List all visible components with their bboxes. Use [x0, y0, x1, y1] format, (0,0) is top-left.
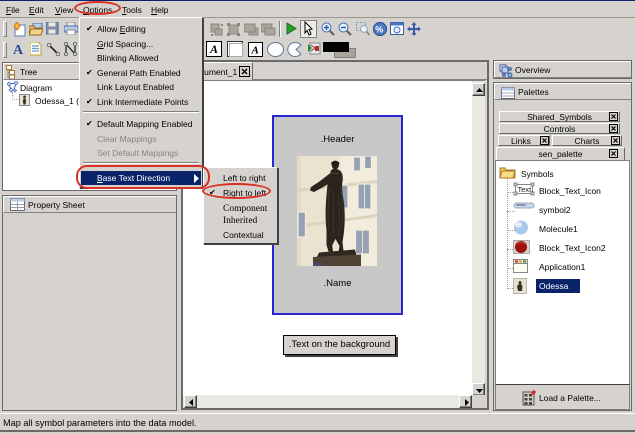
svg-text:Text.: Text. [518, 185, 534, 194]
svg-text:A: A [251, 45, 259, 57]
svg-text:%: % [375, 24, 383, 34]
svg-text:A: A [209, 42, 218, 56]
svg-text:A: A [13, 43, 24, 56]
